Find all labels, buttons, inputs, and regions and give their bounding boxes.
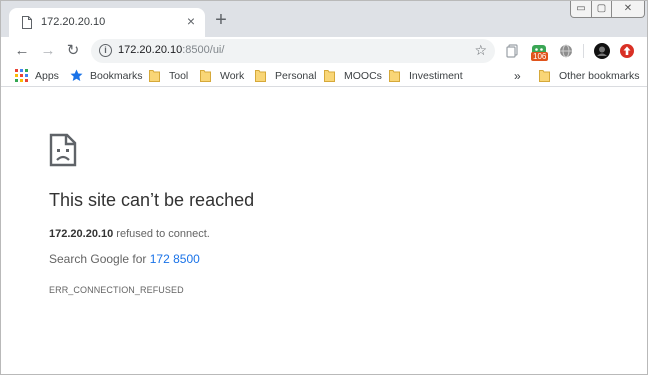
error-detail: 172.20.20.10 refused to connect. <box>49 228 210 240</box>
error-detail-text: refused to connect. <box>113 228 210 240</box>
new-tab-button[interactable]: + <box>212 10 230 30</box>
error-host: 172.20.20.10 <box>49 228 114 240</box>
globe-extension-icon[interactable] <box>557 42 575 60</box>
suggestion-prefix: Search Google for <box>49 252 150 266</box>
toolbar: ← → ↻ i 172.20.20.10:8500/ui/ ☆ 106 <box>1 37 647 65</box>
shield-extension-icon[interactable] <box>618 42 636 60</box>
minimize-button[interactable]: ▭ <box>570 1 592 18</box>
close-icon: ✕ <box>623 3 633 14</box>
bookmark-label: Work <box>220 70 245 82</box>
folder-icon <box>389 70 400 82</box>
maximize-button[interactable]: ▢ <box>591 1 612 18</box>
bookmark-label: Personal <box>275 70 317 82</box>
bookmark-label: Other bookmarks <box>559 70 640 82</box>
folder-icon <box>200 70 211 82</box>
back-button[interactable]: ← <box>12 41 32 61</box>
address-bar[interactable]: i 172.20.20.10:8500/ui/ ☆ <box>91 39 495 63</box>
bookmark-star-icon[interactable]: ☆ <box>474 42 487 59</box>
maximize-icon: ▢ <box>596 3 607 14</box>
search-google-link[interactable]: 172 8500 <box>150 252 200 266</box>
copy-extension-icon[interactable] <box>504 42 522 60</box>
bookmark-label: Tool <box>169 70 189 82</box>
forward-button[interactable]: → <box>38 41 58 61</box>
tab-title: 172.20.20.10 <box>41 16 106 28</box>
star-icon <box>70 69 83 81</box>
apps-grid-icon <box>15 69 28 82</box>
bookmarks-bar: Apps Bookmarks Tool Work Personal MOOCs … <box>1 65 647 87</box>
bookmark-label: MOOCs <box>344 70 382 82</box>
page-icon <box>22 16 32 29</box>
url-text[interactable]: 172.20.20.10:8500/ui/ <box>118 44 224 56</box>
bookmarks-overflow-button[interactable]: » <box>514 69 521 83</box>
folder-icon <box>149 70 160 82</box>
minimize-icon: ▭ <box>576 3 586 14</box>
error-suggestion: Search Google for 172 8500 <box>49 252 200 266</box>
url-path: :8500/ui/ <box>182 44 225 56</box>
profile-avatar-icon[interactable] <box>593 42 611 60</box>
bookmark-label: Apps <box>35 70 59 82</box>
error-code: ERR_CONNECTION_REFUSED <box>49 285 184 295</box>
folder-icon <box>324 70 335 82</box>
bookmark-label: Bookmarks <box>90 70 143 82</box>
info-icon[interactable]: i <box>99 44 112 57</box>
sad-page-icon <box>49 133 77 167</box>
extension-badge: 106 <box>531 52 549 61</box>
folder-icon <box>255 70 266 82</box>
reload-button[interactable]: ↻ <box>63 41 83 61</box>
toolbar-separator <box>583 44 584 58</box>
tab-close-icon[interactable]: × <box>183 13 199 29</box>
close-window-button[interactable]: ✕ <box>611 1 645 18</box>
tab-strip: 172.20.20.10 × + ▭ ▢ ✕ <box>1 1 647 37</box>
bookmark-label: Investiment <box>409 70 463 82</box>
error-page: This site can’t be reached 172.20.20.10 … <box>1 88 647 374</box>
url-host: 172.20.20.10 <box>118 44 183 56</box>
browser-window: 172.20.20.10 × + ▭ ▢ ✕ ← → ↻ i 172.20.20… <box>0 0 648 375</box>
error-headline: This site can’t be reached <box>49 190 255 210</box>
folder-icon <box>539 70 550 82</box>
tab-active[interactable]: 172.20.20.10 × <box>9 8 205 37</box>
